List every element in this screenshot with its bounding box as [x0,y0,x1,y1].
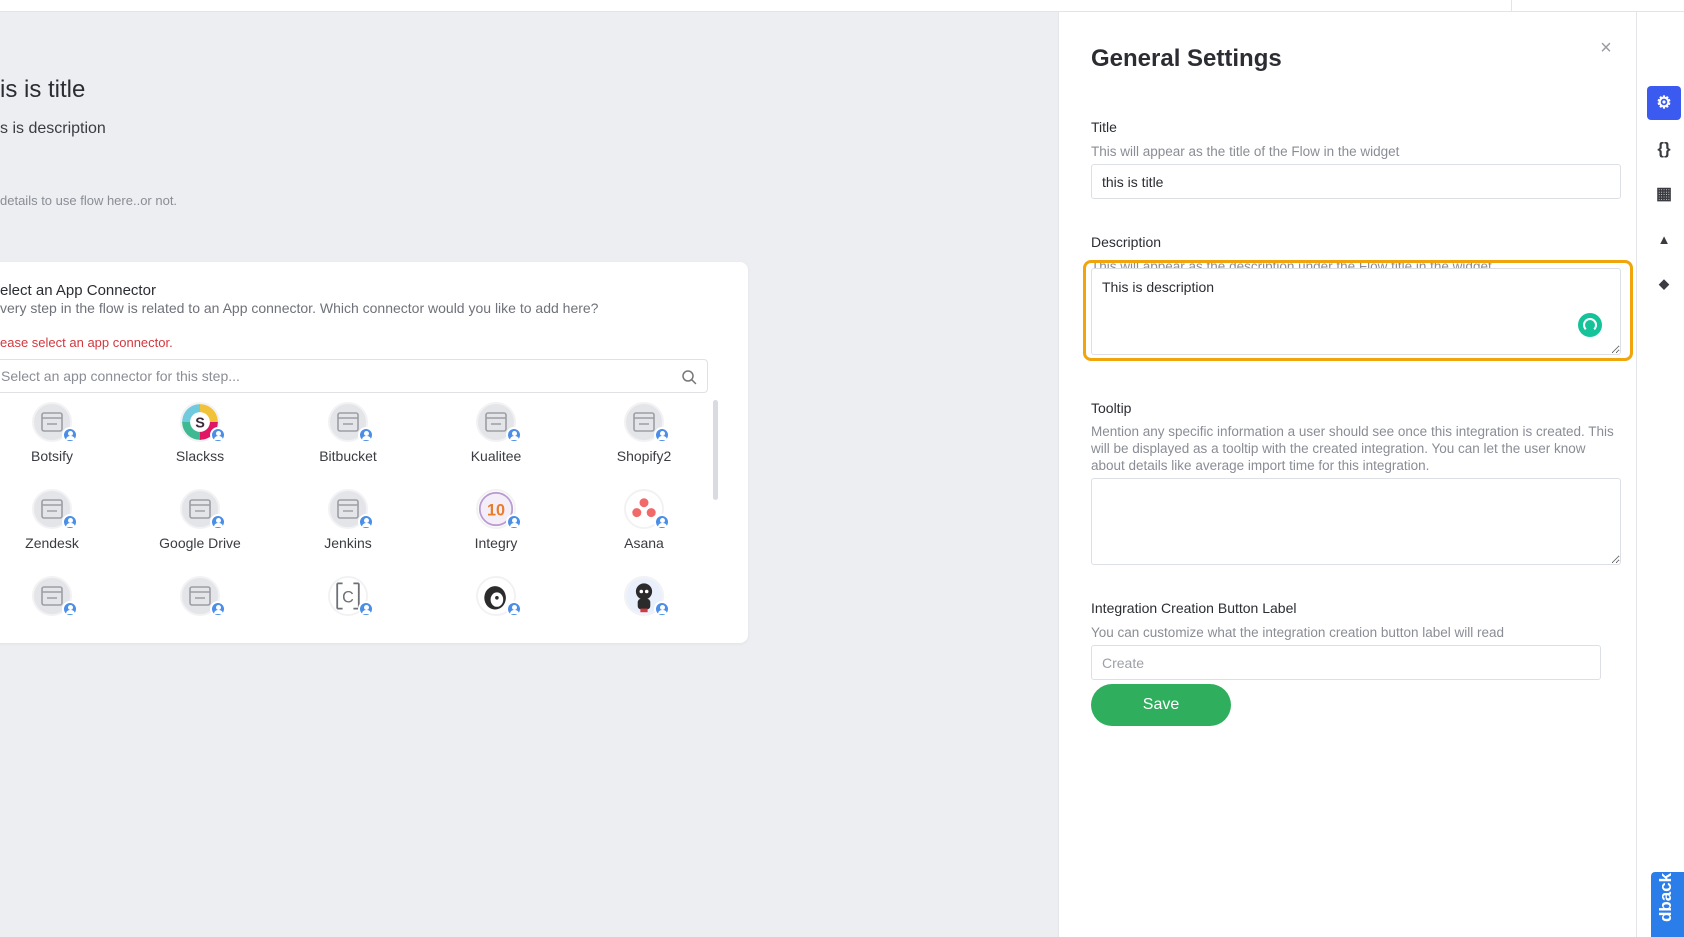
connector-grid-scrollbar[interactable] [713,400,718,500]
connector-error: ease select an app connector. [0,335,173,350]
button-label-help: You can customize what the integration c… [1091,625,1505,640]
close-icon[interactable]: × [1596,38,1616,58]
app-connector-label: Shopify2 [616,448,672,464]
svg-text:S: S [195,415,205,431]
user-badge-icon [506,427,522,443]
flow-preview: is is title s is description details to … [0,12,1058,937]
preview-description: s is description [0,120,106,137]
app-connector-label: Bitbucket [319,448,377,464]
panel-title: General Settings [1091,45,1282,72]
tooltip-textarea[interactable] [1091,478,1621,565]
app-connector-item[interactable]: Asana [574,489,714,569]
title-input[interactable] [1091,164,1621,199]
preview-title: is is title [0,76,86,103]
table-icon[interactable]: ▦ [1647,177,1681,211]
app-connector-label: Integry [474,535,518,551]
svg-text:C: C [342,588,354,606]
app-connector-label: Zendesk [25,535,79,551]
connector-search[interactable] [0,359,708,393]
button-label-input[interactable] [1091,645,1601,680]
user-badge-icon [506,601,522,617]
general-settings-panel: General Settings × Title This will appea… [1058,12,1636,937]
user-badge-icon [62,601,78,617]
user-badge-icon [654,427,670,443]
title-label: Title [1091,119,1117,135]
button-label-label: Integration Creation Button Label [1091,600,1297,616]
app-connector-item[interactable]: 10 Integry [426,489,566,569]
user-badge-icon [358,514,374,530]
app-connector-label: Botsify [30,448,73,464]
connector-grid: Botsify S Slackss Bitbucket Kualitee Shopify2… [0,402,716,624]
user-badge-icon [506,514,522,530]
app-connector-item[interactable]: Botsify [0,402,122,482]
warning-icon[interactable]: ▲ [1647,222,1681,256]
svg-text:10: 10 [487,501,505,519]
app-connector-item[interactable]: S Slackss [130,402,270,482]
app-connector-item[interactable]: Google Drive [130,489,270,569]
app-connector-item[interactable] [0,576,122,624]
user-badge-icon [358,601,374,617]
description-label: Description [1091,234,1162,250]
top-bar [0,0,1684,12]
connector-heading: elect an App Connector [0,282,156,299]
title-help: This will appear as the title of the Flo… [1091,144,1400,159]
app-connector-label: Google Drive [159,535,241,551]
description-textarea[interactable]: This is description [1091,268,1621,355]
connector-subtitle: very step in the flow is related to an A… [0,300,599,316]
user-badge-icon [62,427,78,443]
save-button[interactable]: Save [1091,684,1231,726]
app-connector-item[interactable] [426,576,566,624]
tag-icon[interactable]: ◆ [1647,267,1681,301]
feedback-tab[interactable]: dback [1651,872,1684,937]
right-toolbar: ⚙ {} ▦ ▲ ◆ dback [1636,12,1684,937]
gear-icon[interactable]: ⚙ [1647,86,1681,120]
preview-details: details to use flow here..or not. [0,193,178,208]
tooltip-help: Mention any specific information a user … [1091,424,1614,473]
app-connector-item[interactable]: Kualitee [426,402,566,482]
app-connector-item[interactable]: C [278,576,418,624]
app-connector-item[interactable] [130,576,270,624]
app-connector-card: elect an App Connector very step in the … [0,262,748,643]
feedback-label: dback [1656,872,1675,922]
app-connector-label: Jenkins [324,535,372,551]
app-connector-label: Slackss [175,448,225,464]
app-connector-item[interactable]: Shopify2 [574,402,714,482]
user-badge-icon [210,514,226,530]
user-badge-icon [654,601,670,617]
app-connector-item[interactable]: Bitbucket [278,402,418,482]
user-badge-icon [358,427,374,443]
top-bar-divider [1511,0,1512,12]
search-icon [682,370,697,385]
app-connector-item[interactable]: Zendesk [0,489,122,569]
app-connector-item[interactable]: Jenkins [278,489,418,569]
app-connector-item[interactable] [574,576,714,624]
braces-icon[interactable]: {} [1647,132,1681,166]
user-badge-icon [654,514,670,530]
user-badge-icon [210,601,226,617]
app-connector-label: Asana [624,535,664,551]
connector-search-input[interactable] [1,368,661,384]
grammar-checker-icon[interactable] [1578,313,1602,337]
user-badge-icon [62,514,78,530]
app-connector-label: Kualitee [470,448,522,464]
user-badge-icon [210,427,226,443]
tooltip-label: Tooltip [1091,400,1132,416]
